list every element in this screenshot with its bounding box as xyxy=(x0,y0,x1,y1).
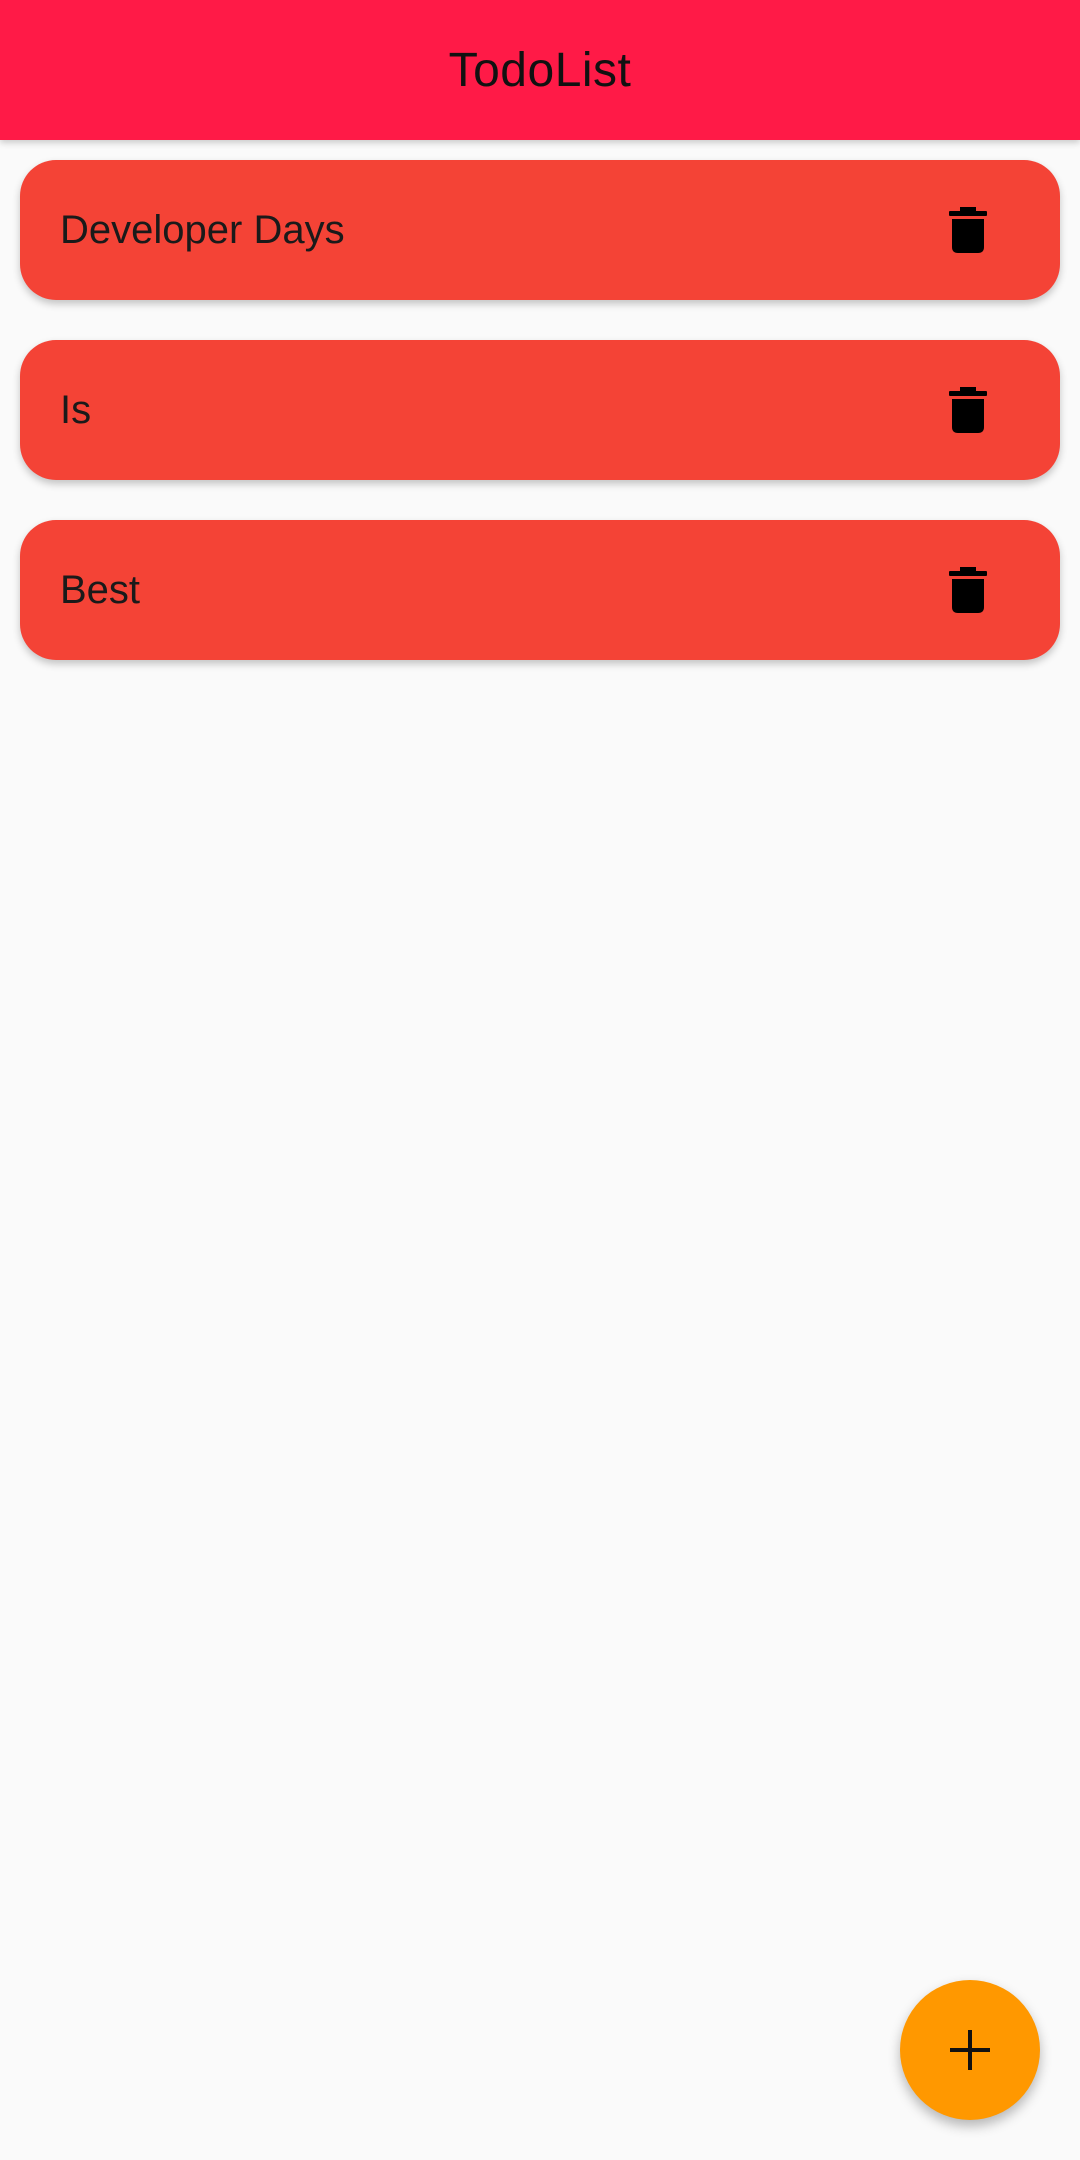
todo-item[interactable]: Is xyxy=(20,340,1060,480)
todo-label: Best xyxy=(60,567,141,612)
trash-icon xyxy=(949,567,987,613)
todo-list: Developer Days Is Best xyxy=(20,160,1060,700)
page-title: TodoList xyxy=(448,43,632,97)
delete-button[interactable] xyxy=(936,558,1000,622)
app-bar: TodoList xyxy=(0,0,1080,140)
add-todo-button[interactable] xyxy=(900,1980,1040,2120)
delete-button[interactable] xyxy=(936,378,1000,442)
delete-button[interactable] xyxy=(936,198,1000,262)
plus-icon xyxy=(950,2030,990,2070)
todo-label: Developer Days xyxy=(60,207,345,252)
todo-label: Is xyxy=(60,387,92,432)
todo-item[interactable]: Best xyxy=(20,520,1060,660)
todo-item[interactable]: Developer Days xyxy=(20,160,1060,300)
trash-icon xyxy=(949,207,987,253)
trash-icon xyxy=(949,387,987,433)
